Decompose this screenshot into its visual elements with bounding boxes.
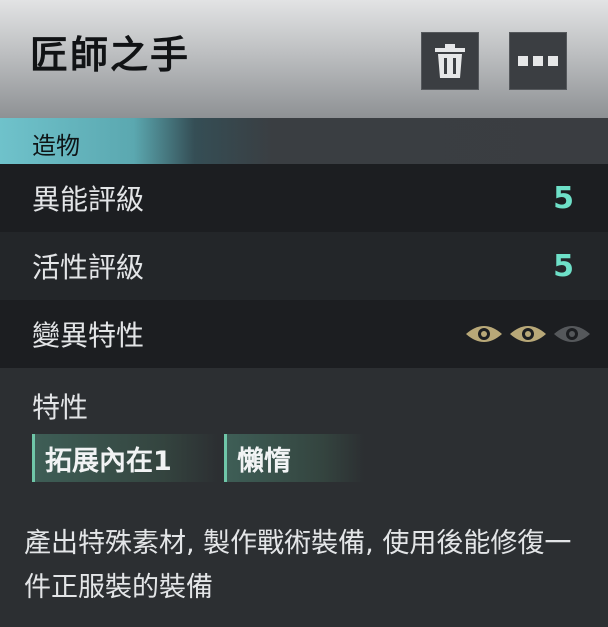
mutation-label: 變異特性 bbox=[32, 319, 145, 352]
eye-icon bbox=[466, 326, 502, 342]
eye-icon bbox=[510, 326, 546, 342]
stat-value: 5 bbox=[553, 248, 574, 284]
mutation-row: 變異特性 bbox=[0, 300, 608, 368]
mutation-eyes bbox=[464, 322, 592, 346]
trait-tag[interactable]: 拓展內在1 bbox=[32, 434, 218, 482]
stat-label: 活性評級 bbox=[32, 251, 145, 284]
stat-label: 異能評級 bbox=[32, 183, 145, 216]
category-bar: 造物 bbox=[0, 118, 608, 164]
more-icon bbox=[518, 56, 558, 66]
item-title: 匠師之手 bbox=[30, 33, 191, 77]
trash-icon bbox=[435, 44, 465, 78]
stat-row-activity: 活性評級 5 bbox=[0, 232, 608, 300]
trait-tag[interactable]: 懶惰 bbox=[224, 434, 364, 482]
more-button[interactable] bbox=[509, 32, 567, 90]
header: 匠師之手 bbox=[0, 0, 608, 118]
category-label: 造物 bbox=[32, 132, 80, 160]
stat-value: 5 bbox=[553, 180, 574, 216]
eye-icon bbox=[554, 326, 590, 342]
stat-row-ability: 異能評級 5 bbox=[0, 164, 608, 232]
item-description: 產出特殊素材, 製作戰術裝備, 使用後能修復一件正服裝的裝備 bbox=[24, 528, 572, 603]
traits-label: 特性 bbox=[32, 391, 89, 424]
delete-button[interactable] bbox=[421, 32, 479, 90]
